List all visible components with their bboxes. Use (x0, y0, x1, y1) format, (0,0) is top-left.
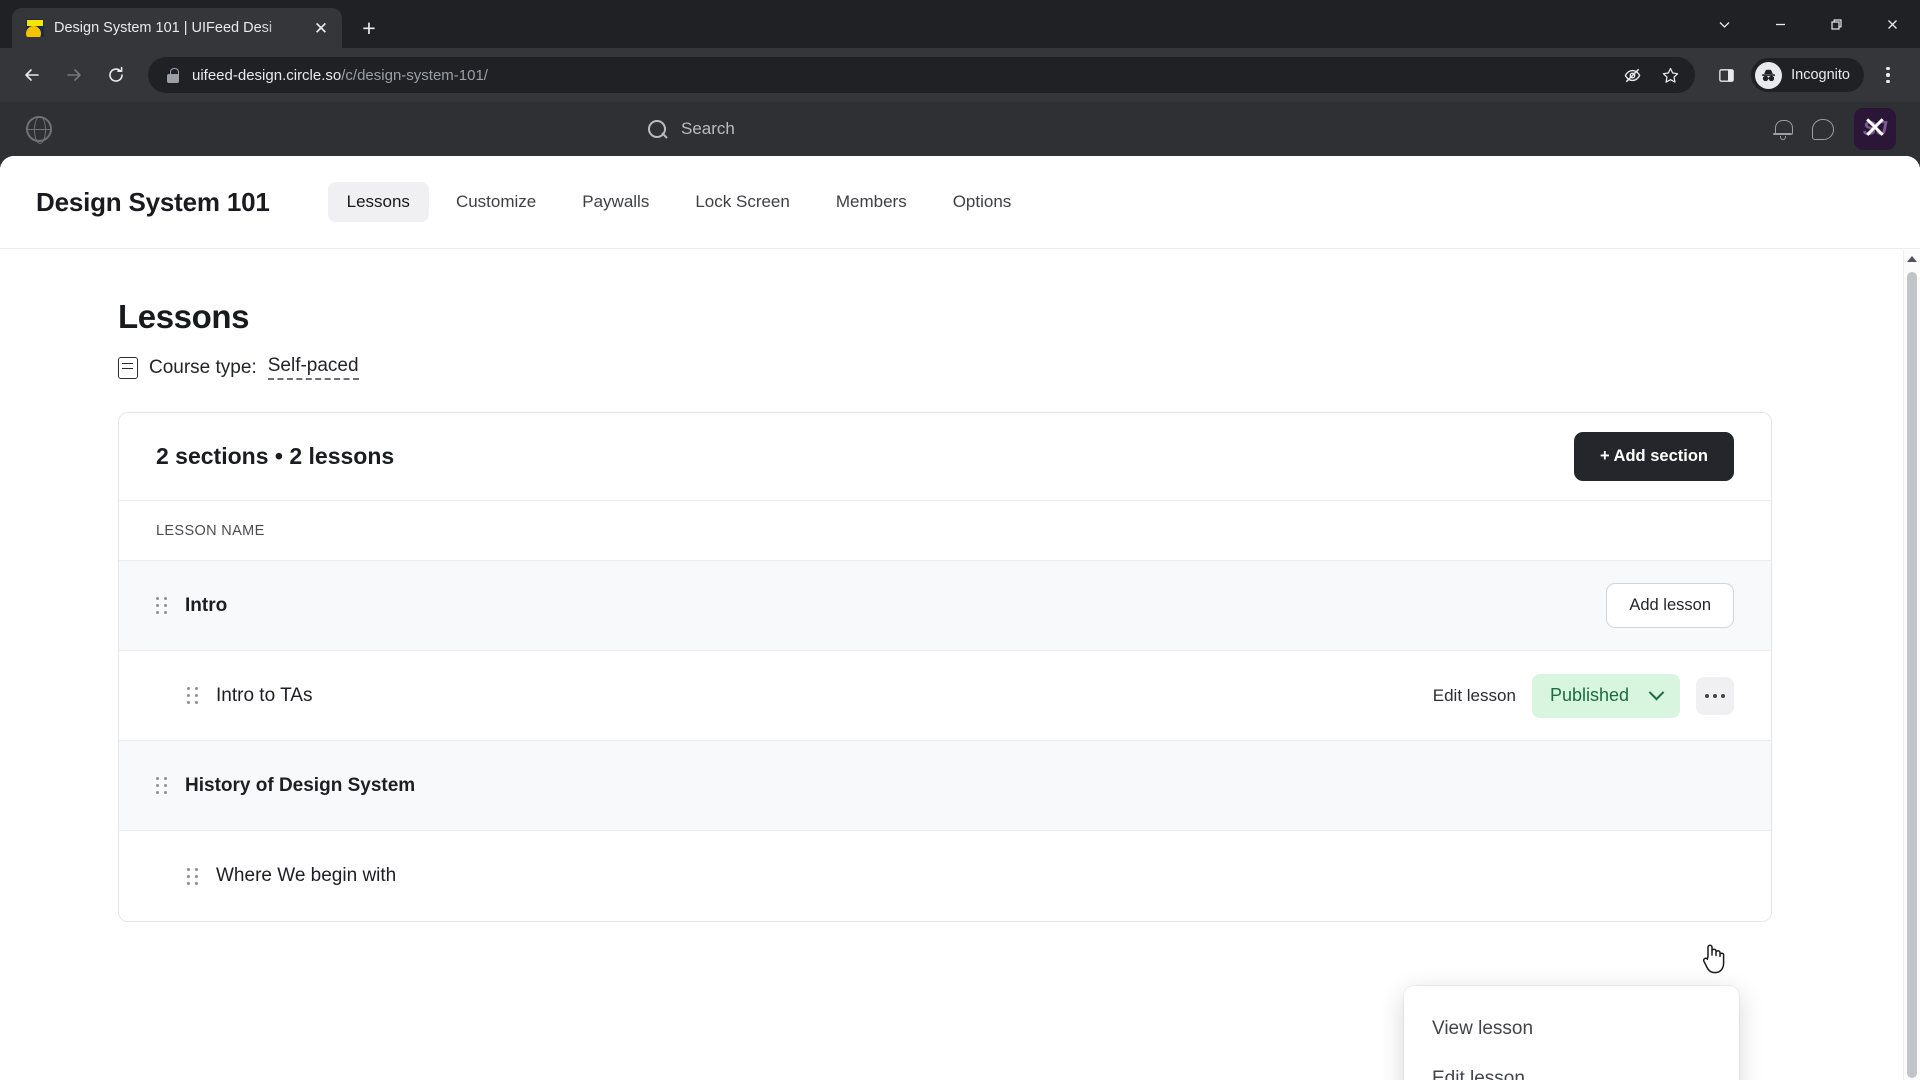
more-options-icon[interactable] (1696, 676, 1734, 715)
chevron-down-icon[interactable] (1696, 0, 1752, 48)
lock-icon (166, 67, 180, 83)
browser-toolbar: uifeed-design.circle.so/c/design-system-… (0, 48, 1920, 102)
tab-options[interactable]: Options (934, 182, 1031, 222)
lessons-heading: Lessons (118, 298, 250, 335)
url-text: uifeed-design.circle.so/c/design-system-… (192, 67, 1603, 84)
tab-members[interactable]: Members (817, 182, 926, 222)
address-bar[interactable]: uifeed-design.circle.so/c/design-system-… (148, 57, 1696, 93)
drag-handle-icon[interactable] (187, 867, 198, 885)
edit-lesson-link[interactable]: Edit lesson (1433, 686, 1516, 706)
business-favicon (26, 19, 44, 37)
table-row[interactable]: History of Design System (119, 741, 1771, 831)
omnibox-actions (1615, 58, 1687, 92)
close-icon[interactable]: ✕ (310, 17, 332, 39)
browser-tab[interactable]: Design System 101 | UIFeed Desi ✕ (12, 8, 342, 48)
minimize-icon[interactable] (1752, 0, 1808, 48)
lesson-context-menu: View lesson Edit lesson Rename lesson De… (1404, 986, 1739, 1080)
url-domain: uifeed-design.circle.so (192, 66, 342, 84)
tab-strip: Design System 101 | UIFeed Desi ✕ + (0, 0, 1920, 48)
status-label: Published (1549, 685, 1629, 705)
browser-window: Design System 101 | UIFeed Desi ✕ + uife… (0, 0, 1920, 1080)
table-row[interactable]: Intro to TAs Edit lesson Published (119, 651, 1771, 741)
lessons-summary: 2 sections • 2 lessons (156, 443, 395, 469)
scrollbar-thumb[interactable] (1907, 272, 1917, 1078)
star-icon[interactable] (1653, 58, 1687, 92)
course-tabs: Lessons Customize Paywalls Lock Screen M… (327, 182, 1031, 222)
course-page: Design System 101 Lessons Customize Payw… (0, 156, 1920, 1080)
row-actions: Add lesson (1606, 583, 1734, 628)
url-path: /c/design-system-101/ (341, 66, 488, 84)
page-viewport: Search SJ ✕ Design System 101 Lessons Cu… (0, 102, 1920, 1080)
chevron-down-icon (1648, 684, 1665, 701)
menu-item-edit-lesson[interactable]: Edit lesson (1404, 1054, 1739, 1080)
scroll-up-arrow[interactable] (1904, 250, 1920, 268)
tab-lock-screen[interactable]: Lock Screen (676, 182, 809, 222)
drag-handle-icon[interactable] (156, 597, 167, 614)
course-type-label: Course type: (149, 356, 257, 378)
drag-handle-icon[interactable] (156, 777, 167, 794)
lessons-card-header: 2 sections • 2 lessons + Add section (119, 413, 1771, 501)
scrollbar[interactable] (1903, 250, 1920, 1080)
add-lesson-button[interactable]: Add lesson (1606, 583, 1734, 628)
search-icon (648, 119, 667, 139)
side-panel-icon[interactable] (1709, 58, 1743, 92)
top-bar-actions: SJ ✕ (1773, 102, 1896, 156)
section-name: History of Design System (185, 774, 416, 796)
avatar[interactable]: SJ ✕ (1854, 108, 1896, 150)
table-row[interactable]: Where We begin with (119, 831, 1771, 921)
profile-label: Incognito (1791, 67, 1850, 83)
restore-icon[interactable] (1808, 0, 1864, 48)
lesson-name: Intro to TAs (216, 684, 313, 706)
table-row[interactable]: Intro Add lesson (119, 561, 1771, 651)
bell-icon[interactable] (1773, 119, 1793, 140)
lesson-name: Where We begin with (216, 865, 397, 886)
course-type-value[interactable]: Self-paced (267, 355, 359, 380)
lessons-card: 2 sections • 2 lessons + Add section LES… (118, 412, 1772, 922)
course-header: Design System 101 Lessons Customize Payw… (0, 156, 1920, 249)
incognito-icon (1755, 61, 1783, 89)
column-header-lesson-name: LESSON NAME (119, 501, 1771, 561)
arrow-right-icon (56, 57, 92, 93)
section-name: Intro (185, 594, 228, 616)
status-badge[interactable]: Published (1531, 673, 1680, 718)
tab-paywalls[interactable]: Paywalls (563, 182, 668, 222)
close-icon[interactable]: ✕ (1854, 108, 1896, 150)
app-top-bar: Search SJ ✕ (0, 102, 1920, 156)
tab-title: Design System 101 | UIFeed Desi (54, 20, 273, 36)
kebab-menu-icon[interactable] (1870, 57, 1906, 93)
arrow-left-icon[interactable] (14, 57, 50, 93)
globe-icon[interactable] (26, 116, 52, 144)
close-icon[interactable] (1864, 0, 1920, 48)
search-input[interactable]: Search (530, 102, 1390, 156)
search-placeholder: Search (681, 119, 735, 138)
tab-customize[interactable]: Customize (437, 182, 555, 222)
content-area: Lessons Course type: Self-paced 2 sectio… (0, 250, 1920, 1080)
course-type-row: Course type: Self-paced (118, 355, 1920, 380)
row-actions: Edit lesson Published (1433, 673, 1734, 718)
menu-item-view-lesson[interactable]: View lesson (1404, 1004, 1739, 1054)
page-title: Design System 101 (36, 186, 270, 217)
drag-handle-icon[interactable] (187, 687, 198, 704)
add-section-button[interactable]: + Add section (1573, 432, 1734, 481)
eye-slash-icon[interactable] (1615, 58, 1649, 92)
window-controls (1696, 0, 1920, 48)
tab-lessons[interactable]: Lessons (327, 182, 429, 222)
profile-chip[interactable]: Incognito (1751, 58, 1864, 92)
reload-icon[interactable] (98, 57, 134, 93)
plus-icon[interactable]: + (352, 11, 386, 45)
chat-bubble-icon[interactable] (1812, 118, 1834, 140)
document-icon (118, 356, 138, 379)
